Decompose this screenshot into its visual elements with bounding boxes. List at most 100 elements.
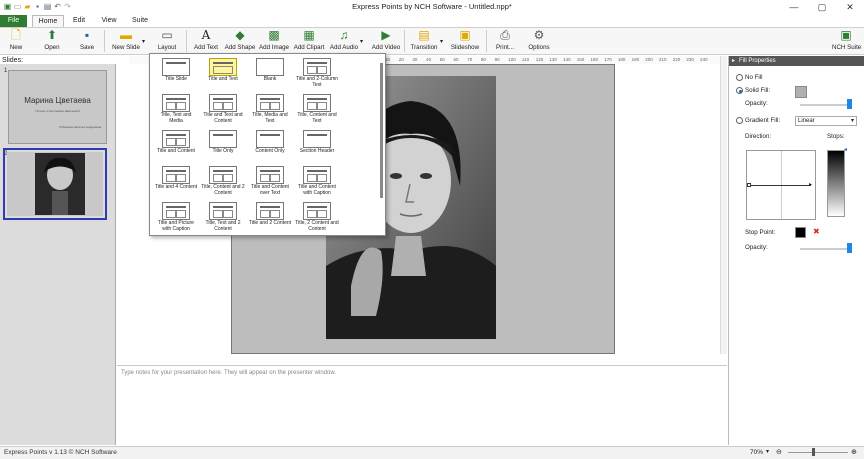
- slide-thumbnail-1[interactable]: Марина Цветаева Поэзия и биография Цвета…: [8, 70, 107, 144]
- add-image-button[interactable]: ▩ Add Image: [258, 29, 290, 55]
- layout-option[interactable]: Title, Text and 2 Content: [201, 202, 245, 236]
- editor-scrollbar[interactable]: [720, 56, 727, 354]
- tab-view[interactable]: View: [98, 15, 120, 27]
- layout-option[interactable]: Title, 2 Content and Content: [295, 202, 339, 236]
- transition-dropdown-icon[interactable]: ▾: [440, 38, 443, 45]
- nch-suite-icon: ▣: [840, 28, 852, 42]
- add-audio-button[interactable]: ♫ Add Audio: [328, 29, 360, 55]
- slides-panel[interactable]: 1 Марина Цветаева Поэзия и биография Цве…: [0, 64, 116, 445]
- layout-option-label: Title and 2-Column Text: [295, 76, 339, 88]
- add-clipart-button[interactable]: ▦ Add Clipart: [292, 29, 326, 55]
- close-icon[interactable]: ✕: [836, 0, 864, 15]
- notes-placeholder[interactable]: Type notes for your presentation here. T…: [121, 370, 336, 376]
- tab-home[interactable]: Home: [32, 15, 64, 27]
- minimize-icon[interactable]: —: [780, 0, 808, 15]
- notes-area[interactable]: [117, 365, 727, 445]
- stop-opacity-slider-thumb[interactable]: [847, 243, 852, 253]
- opacity-slider[interactable]: [800, 104, 852, 106]
- zoom-slider-thumb[interactable]: [812, 448, 815, 456]
- layout-option[interactable]: Title, Content and Text: [295, 94, 339, 128]
- zoom-in-icon[interactable]: ⊕: [851, 448, 857, 456]
- layout-button[interactable]: ▭ Layout: [154, 29, 180, 55]
- new-slide-dropdown-icon[interactable]: ▾: [142, 38, 145, 45]
- add-audio-dropdown-icon[interactable]: ▾: [360, 38, 363, 45]
- layout-option[interactable]: Content Only: [248, 130, 292, 164]
- layout-option-label: Title and Content with Caption: [298, 184, 336, 196]
- layout-option[interactable]: Title and Text and Content: [201, 94, 245, 128]
- layout-title-bar: [166, 206, 186, 208]
- layout-option[interactable]: Title and 2-Column Text: [295, 58, 339, 92]
- layout-option[interactable]: Title and 4 Content: [154, 166, 198, 200]
- layout-option[interactable]: Title and Picture with Caption: [154, 202, 198, 236]
- no-fill-radio[interactable]: [736, 74, 743, 81]
- layout-option[interactable]: Title, Text and Media: [154, 94, 198, 128]
- layout-option[interactable]: Title and Content: [154, 130, 198, 164]
- opacity-label: Opacity:: [745, 100, 768, 107]
- zoom-dropdown-icon[interactable]: ▾: [766, 448, 769, 455]
- layout-box: [213, 174, 223, 182]
- layout-box: [270, 210, 280, 218]
- stop-marker-icon[interactable]: ◂: [844, 146, 847, 153]
- layout-thumbnail: [256, 58, 284, 76]
- layout-title-bar: [307, 62, 327, 64]
- layout-option[interactable]: Title and Text: [201, 58, 245, 92]
- slide-thumbnail-2[interactable]: [3, 148, 107, 220]
- layout-box: [223, 210, 233, 218]
- add-video-button[interactable]: ▶ Add Video: [370, 29, 402, 55]
- layout-option[interactable]: Section Header: [295, 130, 339, 164]
- ruler-tick-label: 140: [563, 57, 571, 62]
- open-button[interactable]: ⬆ Open: [38, 29, 66, 55]
- new-slide-button[interactable]: ▬ New Slide: [110, 29, 142, 55]
- direction-start-handle[interactable]: [747, 183, 751, 187]
- gradient-stops-bar[interactable]: [827, 150, 845, 217]
- options-button[interactable]: ⚙ Options: [526, 29, 552, 55]
- collapse-icon[interactable]: ▸: [732, 57, 738, 64]
- layout-thumbnail: [162, 166, 190, 184]
- zoom-level[interactable]: 70%: [750, 449, 763, 456]
- new-button[interactable]: 🗋 New: [4, 29, 28, 55]
- print-button[interactable]: ⎙ Print...: [492, 29, 518, 55]
- solid-fill-color-swatch[interactable]: [795, 86, 807, 98]
- stop-opacity-label: Opacity:: [745, 244, 768, 251]
- layout-option-label: Title and Text and Content: [203, 112, 243, 124]
- layout-box: [317, 210, 327, 218]
- layout-option[interactable]: Title and Content with Caption: [295, 166, 339, 200]
- add-shape-button[interactable]: ◆ Add Shape: [224, 29, 256, 55]
- tab-edit[interactable]: Edit: [68, 15, 90, 27]
- ruler-tick-label: 50: [439, 57, 445, 62]
- slideshow-button[interactable]: ▣ Slideshow: [450, 29, 480, 55]
- zoom-out-icon[interactable]: ⊖: [776, 448, 782, 456]
- add-text-button[interactable]: A Add Text: [192, 29, 220, 55]
- transition-button[interactable]: ▤ Transition: [408, 29, 440, 55]
- layout-box: [223, 102, 233, 110]
- slide-number: 1: [4, 68, 8, 74]
- maximize-icon[interactable]: ▢: [808, 0, 836, 15]
- layout-option[interactable]: Title Slide: [154, 58, 198, 92]
- direction-control[interactable]: ▸: [746, 150, 816, 220]
- gradient-type-select[interactable]: Linear ▾: [795, 116, 857, 126]
- layout-menu-scrollbar[interactable]: [380, 63, 383, 198]
- gradient-type-value: Linear: [798, 118, 815, 124]
- layout-option[interactable]: Title Only: [201, 130, 245, 164]
- tab-suite[interactable]: Suite: [128, 15, 152, 27]
- layout-option[interactable]: Title and 2 Content: [248, 202, 292, 236]
- stop-point-color-swatch[interactable]: [795, 227, 806, 238]
- layout-option[interactable]: Title, Content and 2 Content: [201, 166, 245, 200]
- ruler-tick-label: 130: [549, 57, 557, 62]
- nch-suite-button[interactable]: ▣ NCH Suite: [832, 28, 861, 55]
- layout-option[interactable]: Title, Media and Text: [248, 94, 292, 128]
- tab-file[interactable]: File: [0, 15, 27, 27]
- layout-option[interactable]: Blank: [248, 58, 292, 92]
- ruler-tick-label: 110: [522, 57, 530, 62]
- zoom-slider[interactable]: [788, 452, 848, 453]
- gradient-fill-radio[interactable]: [736, 117, 743, 124]
- save-button[interactable]: ▪ Save: [74, 29, 100, 55]
- layout-box: [317, 174, 327, 182]
- delete-stop-icon[interactable]: ✖: [813, 227, 820, 236]
- opacity-slider-thumb[interactable]: [847, 99, 852, 109]
- solid-fill-radio[interactable]: [736, 87, 743, 94]
- clipart-icon: ▦: [303, 28, 315, 42]
- layout-option-label: Title Slide: [165, 76, 187, 82]
- layout-option[interactable]: Title and Content over Text: [248, 166, 292, 200]
- stop-opacity-slider[interactable]: [800, 248, 852, 250]
